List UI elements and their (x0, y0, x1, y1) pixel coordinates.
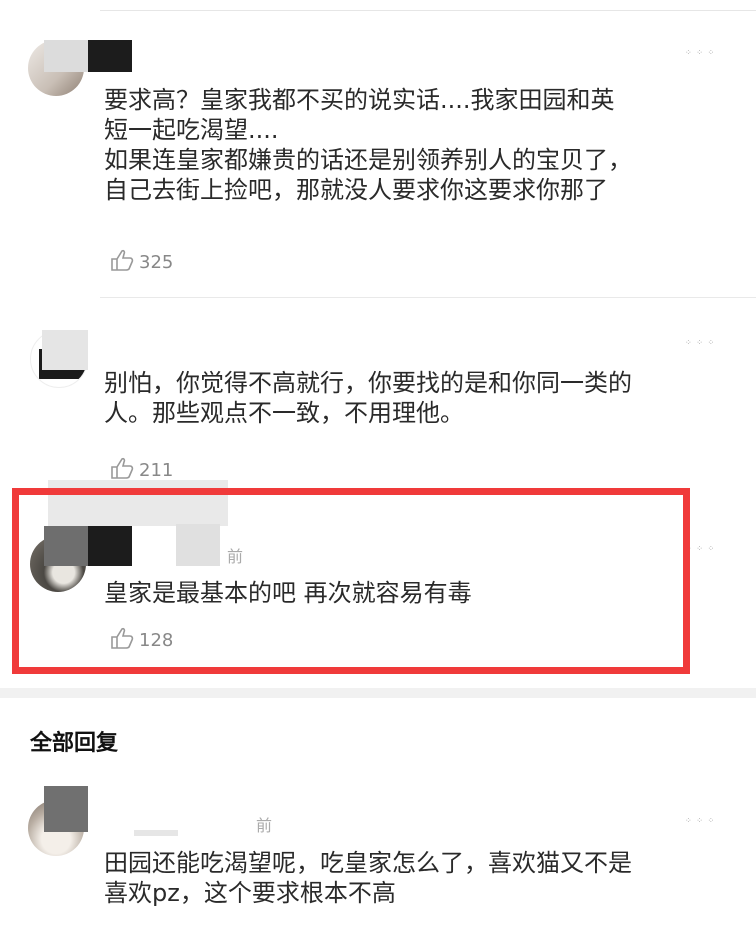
username-mask (42, 330, 88, 370)
more-dots-icon[interactable]: ⁘ ⁘ ⁘ (685, 816, 715, 825)
more-dots-icon[interactable]: ⁘ ⁘ ⁘ (685, 338, 715, 347)
comment-text: 别怕，你觉得不高就行，你要找的是和你同一类的 人。那些观点不一致，不用理他。 (104, 368, 744, 428)
like-count: 211 (139, 459, 174, 481)
divider (100, 297, 756, 298)
top-divider (100, 10, 756, 11)
like-button[interactable]: 211 (110, 457, 174, 482)
username-mask (134, 830, 178, 836)
comment-line: 人。那些观点不一致，不用理他。 (104, 399, 464, 427)
section-title: 全部回复 (30, 731, 119, 756)
comment-line: 别怕，你觉得不高就行，你要找的是和你同一类的 (104, 369, 632, 397)
username-mask (88, 40, 132, 72)
like-button[interactable]: 325 (110, 248, 174, 277)
section-separator (0, 688, 756, 698)
thumbs-up-icon (110, 248, 139, 277)
comment-line: 如果连皇家都嫌贵的话还是别领养别人的宝贝了， (104, 146, 632, 174)
comment-line: 短一起吃渴望.... (104, 116, 279, 144)
reply-line: 喜欢pz，这个要求根本不高 (104, 879, 396, 907)
highlight-box (12, 488, 690, 674)
comment-line: 要求高？皇家我都不买的说实话....我家田园和英 (104, 86, 615, 114)
comment-line: 自己去街上捡吧，那就没人要求你这要求你那了 (104, 176, 608, 204)
reply-time: 前 (256, 816, 273, 835)
username-mask (44, 40, 88, 72)
reply-line: 田园还能吃渴望呢，吃皇家怎么了，喜欢猫又不是 (104, 849, 632, 877)
comment-text: 要求高？皇家我都不买的说实话....我家田园和英 短一起吃渴望.... 如果连皇… (104, 85, 744, 205)
more-dots-icon[interactable]: ⁘ ⁘ ⁘ (685, 48, 715, 57)
reply-text: 田园还能吃渴望呢，吃皇家怎么了，喜欢猫又不是 喜欢pz，这个要求根本不高 (104, 848, 744, 908)
username-mask (44, 786, 88, 832)
like-count: 325 (139, 251, 174, 273)
